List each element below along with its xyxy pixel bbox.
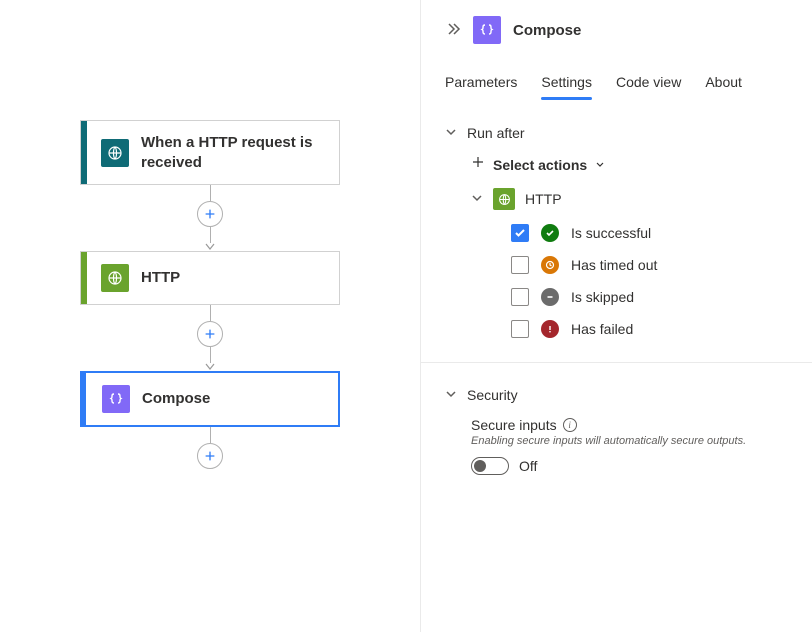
tab-settings[interactable]: Settings [541,68,592,100]
status-label: Has timed out [571,257,657,273]
arrow-down-icon [205,243,215,251]
run-after-section: Run after Select actions HTTP [445,125,788,338]
toggle-state-label: Off [519,458,537,474]
minus-icon [541,288,559,306]
select-actions-button[interactable]: Select actions [471,155,788,174]
chevron-down-icon [471,191,483,207]
status-item: Has timed out [511,256,788,274]
status-label: Has failed [571,321,633,337]
info-icon[interactable]: i [563,418,577,432]
settings-panel: Compose Parameters Settings Code view Ab… [420,0,812,632]
status-label: Is successful [571,225,651,241]
connector [197,305,223,371]
toggle-knob [474,460,486,472]
add-step-button[interactable] [197,321,223,347]
flow-node-compose[interactable]: Compose [80,371,340,427]
error-icon [541,320,559,338]
node-accent [81,252,87,304]
node-title: When a HTTP request is received [141,133,327,172]
node-accent [82,373,86,425]
collapse-panel-icon[interactable] [445,21,461,40]
secure-inputs-label: Secure inputs [471,417,557,433]
status-label: Is skipped [571,289,634,305]
add-step-button[interactable] [197,201,223,227]
chevron-down-icon [445,387,457,403]
status-item: Is skipped [511,288,788,306]
section-title: Run after [467,125,525,141]
secure-inputs-description: Enabling secure inputs will automaticall… [471,435,788,447]
node-title: HTTP [141,268,180,288]
connector [197,427,223,469]
security-toggle[interactable]: Security [445,387,788,403]
select-actions-label: Select actions [493,157,587,173]
clock-icon [541,256,559,274]
tab-bar: Parameters Settings Code view About [445,68,788,101]
tab-parameters[interactable]: Parameters [445,68,517,100]
arrow-down-icon [205,363,215,371]
chevron-down-icon [445,125,457,141]
add-step-button[interactable] [197,443,223,469]
globe-icon [493,188,515,210]
connector [197,185,223,251]
divider [421,362,812,363]
run-after-toggle[interactable]: Run after [445,125,788,141]
globe-icon [101,139,129,167]
chevron-down-icon [595,157,605,173]
section-title: Security [467,387,518,403]
status-checkbox-skipped[interactable] [511,288,529,306]
run-after-action-row[interactable]: HTTP [471,188,788,210]
status-item: Has failed [511,320,788,338]
globe-icon [101,264,129,292]
braces-icon [473,16,501,44]
workflow-canvas[interactable]: When a HTTP request is received HTTP [0,0,420,632]
security-section: Security Secure inputs i Enabling secure… [445,387,788,475]
success-icon [541,224,559,242]
status-checkbox-timeout[interactable] [511,256,529,274]
tab-about[interactable]: About [705,68,742,100]
node-title: Compose [142,389,210,409]
status-item: Is successful [511,224,788,242]
flow-node-http[interactable]: HTTP [80,251,340,305]
status-checkbox-failed[interactable] [511,320,529,338]
secure-inputs-toggle[interactable] [471,457,509,475]
node-accent [81,121,87,184]
panel-title: Compose [513,22,581,39]
status-checkbox-success[interactable] [511,224,529,242]
flow-node-trigger[interactable]: When a HTTP request is received [80,120,340,185]
run-after-action-name: HTTP [525,191,562,207]
braces-icon [102,385,130,413]
plus-icon [471,155,485,174]
tab-code-view[interactable]: Code view [616,68,681,100]
